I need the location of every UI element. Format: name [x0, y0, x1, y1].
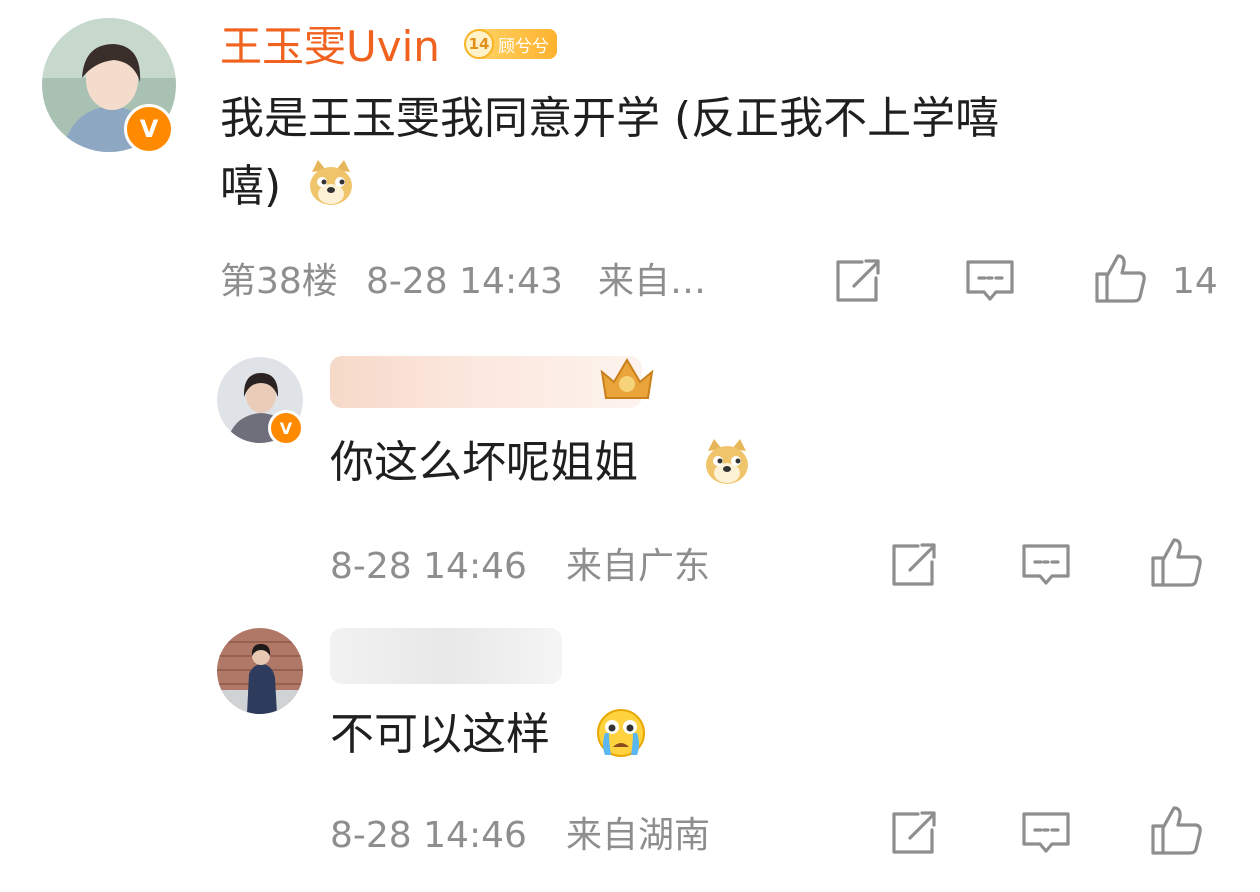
reply-text: 不可以这样	[330, 709, 550, 760]
comment-icon[interactable]	[964, 258, 1016, 308]
fan-level-number: 14	[464, 29, 494, 59]
comment-icon[interactable]	[1020, 542, 1072, 592]
comment-text: 我是王玉雯我同意开学 (反正我不上学嘻	[220, 93, 1000, 144]
reply-text: 你这么坏呢姐姐	[330, 437, 638, 488]
reply-source: 来自湖南	[566, 815, 711, 856]
redacted-username	[330, 628, 562, 684]
comment-time: 8-28 14:43	[366, 261, 563, 302]
fan-level-badge[interactable]: 14 顾兮兮	[464, 29, 557, 59]
verified-badge: V	[124, 104, 174, 154]
doge-emoji	[702, 437, 752, 487]
crown-icon	[596, 354, 658, 408]
reply-source: 来自广东	[566, 546, 711, 587]
avatar[interactable]	[217, 628, 303, 714]
comment-text-continued: 嘻)	[220, 161, 282, 212]
comment-icon[interactable]	[1020, 810, 1072, 860]
floor-number: 第38楼	[220, 261, 338, 302]
like-count: 14	[1172, 261, 1218, 302]
doge-emoji	[306, 158, 356, 208]
thumbs-up-icon[interactable]	[1150, 804, 1204, 860]
verified-badge: V	[268, 410, 304, 446]
reply-time: 8-28 14:46	[330, 546, 527, 587]
repost-icon[interactable]	[888, 542, 938, 592]
fan-level-name: 顾兮兮	[498, 36, 549, 57]
repost-icon[interactable]	[832, 258, 882, 308]
username[interactable]: 王玉雯Uvin	[220, 22, 440, 72]
thumbs-up-icon[interactable]	[1150, 536, 1204, 592]
repost-icon[interactable]	[888, 810, 938, 860]
comment-source: 来自…	[598, 261, 707, 302]
thumbs-up-icon[interactable]	[1094, 252, 1148, 308]
crying-emoji	[595, 707, 647, 759]
reply-time: 8-28 14:46	[330, 815, 527, 856]
